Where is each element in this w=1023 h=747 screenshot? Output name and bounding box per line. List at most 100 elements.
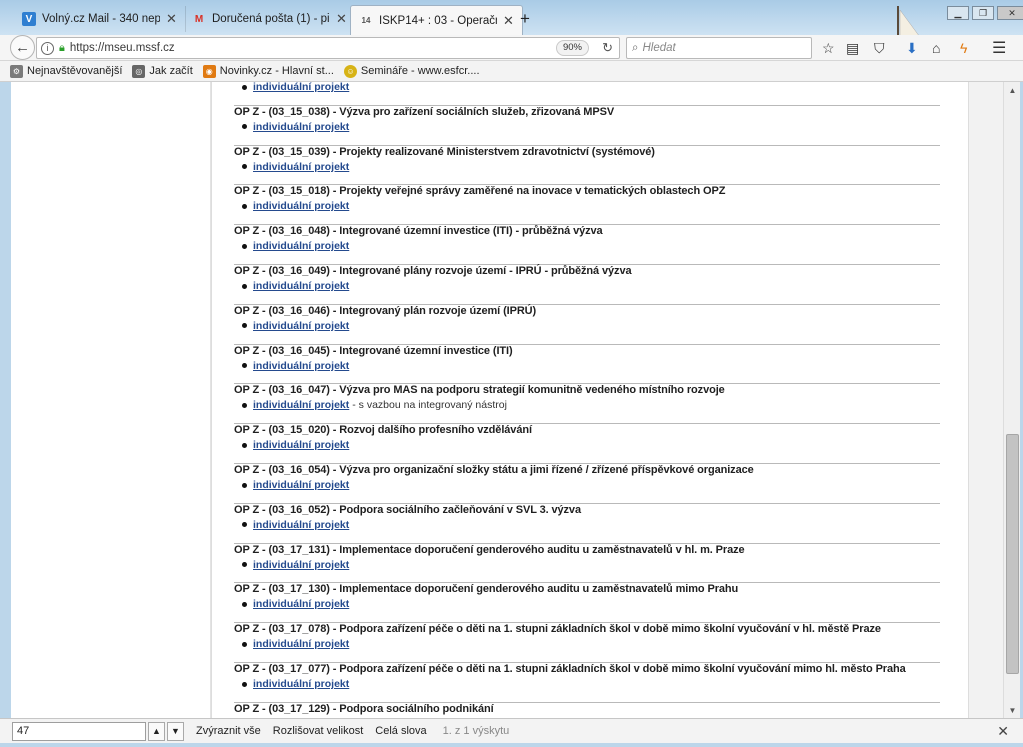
volny-icon: V: [22, 12, 36, 26]
project-type-item: individuální projekt: [242, 200, 940, 212]
individual-project-link[interactable]: individuální projekt: [253, 240, 349, 252]
close-icon[interactable]: ✕: [336, 11, 347, 27]
zoom-indicator[interactable]: 90%: [555, 40, 589, 56]
info-icon[interactable]: i: [41, 41, 54, 55]
call-entry: OP Z - (03_16_054) - Výzva pro organizač…: [234, 464, 940, 504]
new-tab-button[interactable]: +: [520, 9, 530, 29]
tab-gmail[interactable]: M Doručená pošta (1) - pinka... ✕: [184, 6, 356, 32]
scrollbar-thumb[interactable]: [1006, 434, 1019, 674]
call-entry: OP Z - (03_17_077) - Podpora zařízení pé…: [234, 663, 940, 703]
whole-words-toggle[interactable]: Celá slova: [375, 725, 426, 737]
reading-list-icon[interactable]: ▤: [846, 40, 859, 57]
call-title: OP Z - (03_16_052) - Podpora sociálního …: [234, 503, 581, 516]
bullet-icon: [242, 641, 247, 647]
individual-project-link[interactable]: individuální projekt: [253, 320, 349, 332]
individual-project-link[interactable]: individuální projekt: [253, 519, 349, 531]
bullet-icon: [242, 323, 247, 329]
individual-project-link[interactable]: individuální projekt: [253, 161, 349, 173]
call-title: OP Z - (03_17_131) - Implementace doporu…: [234, 543, 745, 556]
find-previous-button[interactable]: ▲: [148, 721, 165, 741]
bullet-icon: [242, 243, 247, 249]
menu-icon[interactable]: ☰: [992, 38, 1006, 58]
bookmark-label: Jak začít: [149, 65, 193, 77]
tab-title: Volný.cz Mail - 340 nepřečt...: [42, 13, 160, 25]
back-button[interactable]: ←: [10, 35, 35, 60]
individual-project-link[interactable]: individuální projekt: [253, 82, 349, 93]
individual-project-link[interactable]: individuální projekt: [253, 280, 349, 292]
call-entry: OP Z - (03_16_049) - Integrované plány r…: [234, 265, 940, 305]
bookmark-star-icon[interactable]: ☆: [822, 40, 835, 57]
bullet-icon: [242, 283, 247, 289]
call-title: OP Z - (03_16_054) - Výzva pro organizač…: [234, 464, 754, 476]
bullet-icon: [242, 482, 247, 488]
call-title: OP Z - (03_16_048) - Integrované územní …: [234, 225, 603, 238]
pocket-icon[interactable]: ⛉: [874, 40, 885, 57]
individual-project-link[interactable]: individuální projekt: [253, 598, 349, 610]
bookmark-getting-started[interactable]: ◎ Jak začít: [132, 64, 193, 78]
project-type-item: individuální projekt - s vazbou na integr…: [242, 399, 940, 411]
restore-icon[interactable]: ❐: [972, 6, 994, 20]
close-find-icon[interactable]: ✕: [997, 723, 1009, 740]
call-entry: OP Z - (03_16_047) - Výzva pro MAS na po…: [234, 384, 940, 425]
call-entry: OP Z - (03_17_130) - Implementace doporu…: [234, 583, 940, 624]
individual-project-link[interactable]: individuální projekt: [253, 399, 349, 411]
individual-project-link[interactable]: individuální projekt: [253, 360, 349, 372]
gmail-icon: M: [194, 13, 204, 25]
call-entry: OP Z - (03_17_129) - Podpora sociálního …: [234, 703, 940, 718]
close-icon[interactable]: ✕: [503, 13, 514, 29]
close-icon[interactable]: ✕: [166, 11, 177, 27]
bullet-icon: [242, 601, 247, 607]
url-bar[interactable]: i 🔒︎ https://mseu.mssf.cz 90% ↻: [36, 37, 620, 59]
search-icon: ⌕: [632, 41, 639, 54]
bullet-icon: [242, 203, 247, 209]
url-text[interactable]: https://mseu.mssf.cz: [70, 42, 175, 54]
bullet-icon: [242, 363, 247, 369]
find-input[interactable]: 47: [12, 721, 146, 741]
home-icon[interactable]: ⌂: [932, 40, 940, 56]
bookmark-most-visited[interactable]: ⚙ Nejnavštěvovanější: [10, 64, 123, 78]
project-type-item: individuální projekt: [242, 638, 940, 650]
find-next-button[interactable]: ▼: [167, 721, 184, 741]
individual-project-link[interactable]: individuální projekt: [253, 439, 349, 451]
bookmark-label: Nejnavštěvovanější: [27, 65, 123, 77]
vertical-scrollbar[interactable]: ▲ ▼: [1003, 82, 1020, 718]
individual-project-link[interactable]: individuální projekt: [253, 479, 349, 491]
call-entry: OP Z - (03_16_045) - Integrované územní …: [234, 345, 940, 385]
bookmark-label: Novinky.cz - Hlavní st...: [219, 65, 334, 77]
project-type-item: individuální projekt: [242, 320, 940, 332]
call-title: OP Z - (03_15_039) - Projekty realizovan…: [234, 145, 655, 158]
call-entry: OP Z - (03_15_018) - Projekty veřejné sp…: [234, 185, 940, 226]
extension-icon[interactable]: ϟ: [960, 40, 967, 56]
highlight-all-toggle[interactable]: Zvýraznit vše: [196, 725, 261, 737]
download-icon[interactable]: ⬇: [906, 40, 918, 57]
individual-project-link[interactable]: individuální projekt: [253, 678, 349, 690]
individual-project-link[interactable]: individuální projekt: [253, 121, 349, 133]
call-entry: OP Z - (03_16_052) - Podpora sociálního …: [234, 504, 940, 544]
tab-iskp14[interactable]: 14 ISKP14+ : 03 - Operační pr... ✕: [350, 5, 523, 35]
individual-project-link[interactable]: individuální projekt: [253, 559, 349, 571]
match-case-toggle[interactable]: Rozlišovat velikost: [273, 725, 363, 737]
individual-project-link[interactable]: individuální projekt: [253, 638, 349, 650]
project-type-item: individuální projekt: [242, 161, 940, 173]
search-bar[interactable]: ⌕ Hledat: [626, 37, 812, 59]
find-status: 1. z 1 výskytu: [442, 725, 510, 737]
scroll-down-icon[interactable]: ▼: [1004, 702, 1021, 718]
tab-volny-mail[interactable]: V Volný.cz Mail - 340 nepřečt... ✕: [14, 6, 186, 32]
call-title: OP Z - (03_15_038) - Výzva pro zařízení …: [234, 105, 615, 118]
bullet-icon: [242, 522, 247, 528]
bullet-icon: [242, 124, 247, 130]
esf-icon: ☺: [343, 64, 357, 78]
reload-icon[interactable]: ↻: [602, 40, 613, 56]
iskp-icon: 14: [361, 16, 371, 25]
bookmark-novinky[interactable]: ◉ Novinky.cz - Hlavní st...: [202, 64, 334, 78]
bullet-icon: [242, 442, 247, 448]
call-entry: OP Z - (03_17_078) - Podpora zařízení pé…: [234, 623, 940, 663]
call-title: OP Z - (03_16_049) - Integrované plány r…: [234, 265, 632, 277]
window-close-icon[interactable]: ✕: [997, 6, 1023, 20]
bookmark-seminare[interactable]: ☺ Semináře - www.esfcr....: [343, 64, 480, 78]
individual-project-link[interactable]: individuální projekt: [253, 200, 349, 212]
globe-icon: ◎: [132, 64, 146, 78]
project-type-item: individuální projekt: [242, 479, 940, 491]
project-type-item: individuální projekt: [242, 82, 940, 93]
scroll-up-icon[interactable]: ▲: [1004, 82, 1021, 98]
